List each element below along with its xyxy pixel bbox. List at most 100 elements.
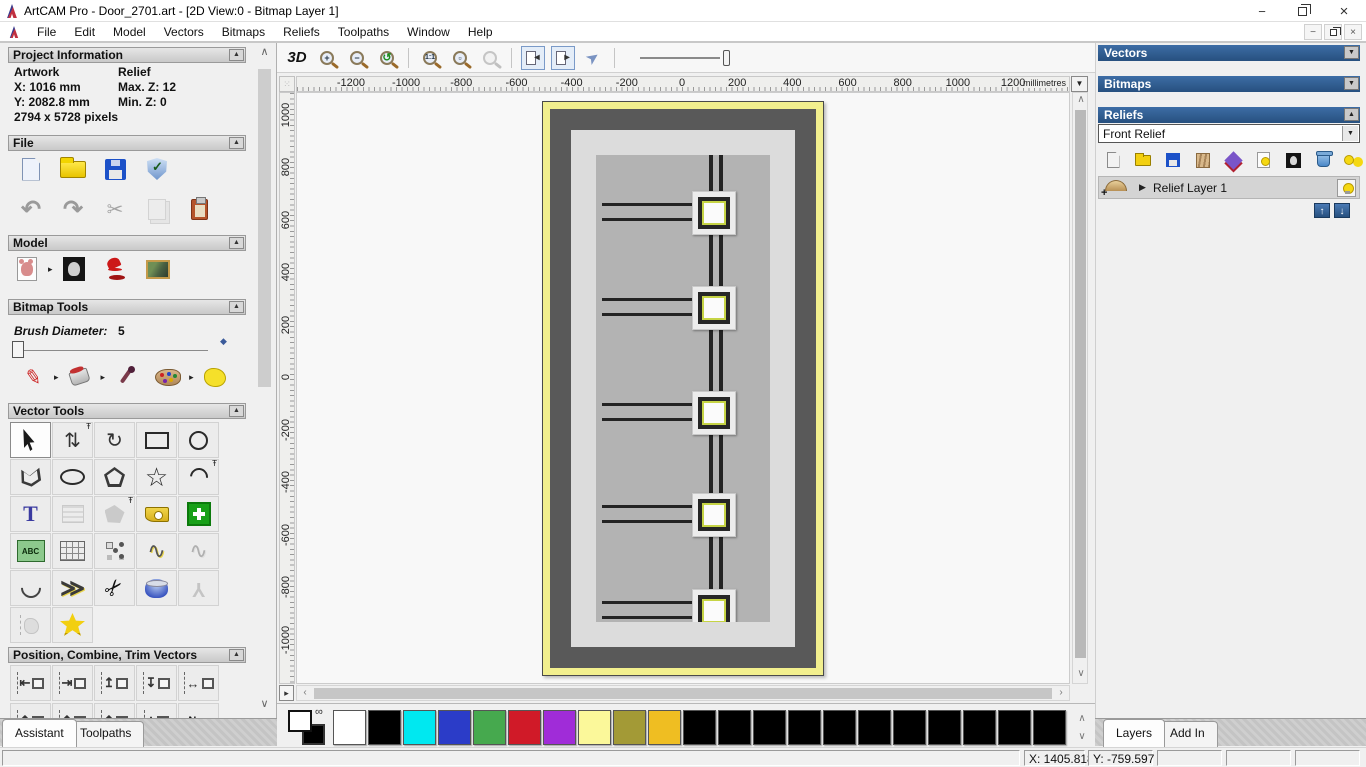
flood-fill-visible[interactable] bbox=[198, 361, 232, 393]
align-right[interactable]: ⇥ bbox=[52, 665, 93, 701]
palette-swatch-15[interactable] bbox=[858, 710, 891, 745]
panel-bitmaps-header[interactable]: Bitmaps ▼ bbox=[1098, 76, 1360, 92]
align-centre-vertical[interactable]: ↥ bbox=[52, 703, 93, 718]
scroll-left-icon[interactable]: ‹ bbox=[297, 686, 313, 702]
scroll-down-icon[interactable]: ∨ bbox=[1073, 667, 1089, 683]
block-copy-rotate[interactable] bbox=[94, 533, 135, 569]
layer-expander-icon[interactable]: ▶ bbox=[1139, 182, 1146, 193]
palette-swatch-11[interactable] bbox=[718, 710, 751, 745]
toggle-all-layers[interactable] bbox=[1344, 151, 1362, 169]
save-model[interactable] bbox=[98, 153, 132, 185]
greyscale-from-relief[interactable] bbox=[1284, 151, 1302, 169]
menu-edit[interactable]: Edit bbox=[65, 22, 104, 43]
ruler-origin-button[interactable]: ⁙ bbox=[279, 76, 295, 92]
create-polygon[interactable] bbox=[94, 459, 135, 495]
ruler-units-dropdown[interactable]: ▼ bbox=[1071, 76, 1088, 92]
close-button[interactable]: × bbox=[1324, 0, 1364, 22]
palette-swatch-14[interactable] bbox=[823, 710, 856, 745]
tab-assistant[interactable]: Assistant bbox=[2, 719, 77, 747]
restore-button[interactable] bbox=[1282, 0, 1322, 22]
palette-scroll-down-icon[interactable]: ∨ bbox=[1074, 730, 1090, 744]
scrollbar-thumb[interactable] bbox=[258, 69, 271, 387]
move-layer-down-button[interactable]: ↓ bbox=[1334, 203, 1350, 218]
delete-relief-layer[interactable] bbox=[1314, 151, 1333, 169]
create-rectangle[interactable] bbox=[136, 422, 177, 458]
flyout-arrow-icon[interactable]: ▸ bbox=[101, 372, 106, 383]
zoom-1-to-1-button[interactable]: 1:1 bbox=[418, 46, 442, 70]
door-artwork[interactable] bbox=[542, 101, 824, 676]
palette-swatch-3[interactable] bbox=[438, 710, 471, 745]
pan-view-button[interactable]: ➤ bbox=[581, 46, 605, 70]
palette-swatch-8[interactable] bbox=[613, 710, 646, 745]
slider-handle[interactable] bbox=[723, 49, 730, 66]
palette-swatch-2[interactable] bbox=[403, 710, 436, 745]
expand-button[interactable]: ▼ bbox=[1344, 77, 1359, 90]
relief-layer-stack[interactable] bbox=[1223, 150, 1243, 170]
create-ellipse[interactable] bbox=[52, 459, 93, 495]
toggle-3d-view-button[interactable]: 3D bbox=[285, 46, 309, 70]
trim-vectors[interactable]: ✂ bbox=[94, 570, 135, 606]
palette-swatch-13[interactable] bbox=[788, 710, 821, 745]
zoom-to-fit-button[interactable]: ▫ bbox=[448, 46, 472, 70]
rollup-button[interactable]: ▲ bbox=[229, 137, 244, 149]
panel-reliefs-header[interactable]: Reliefs ▲ bbox=[1098, 107, 1360, 123]
palette-swatch-9[interactable] bbox=[648, 710, 681, 745]
fillet-vectors[interactable] bbox=[10, 570, 51, 606]
palette-swatch-5[interactable] bbox=[508, 710, 541, 745]
extend-vector[interactable]: ≫ bbox=[52, 570, 93, 606]
relief-layer-row[interactable]: + ▶ Relief Layer 1 bbox=[1098, 176, 1360, 199]
menu-vectors[interactable]: Vectors bbox=[155, 22, 213, 43]
align-top[interactable]: ↥ bbox=[94, 665, 135, 701]
menu-bitmaps[interactable]: Bitmaps bbox=[213, 22, 274, 43]
canvas-horizontal-scrollbar[interactable]: ‹ › bbox=[296, 685, 1070, 701]
scroll-up-icon[interactable]: ∧ bbox=[256, 45, 273, 61]
menu-window[interactable]: Window bbox=[398, 22, 459, 43]
paste-along-curve[interactable]: ∿ bbox=[136, 533, 177, 569]
menu-toolpaths[interactable]: Toolpaths bbox=[329, 22, 398, 43]
align-bottom[interactable]: ↧ bbox=[136, 665, 177, 701]
rollup-button[interactable]: ▲ bbox=[229, 649, 244, 661]
palette-swatch-17[interactable] bbox=[928, 710, 961, 745]
palette-swatch-10[interactable] bbox=[683, 710, 716, 745]
tab-add-in[interactable]: Add In bbox=[1157, 721, 1218, 747]
move-layer-up-button[interactable]: ↑ bbox=[1314, 203, 1330, 218]
palette-swatch-7[interactable] bbox=[578, 710, 611, 745]
align-contour[interactable]: ↥ bbox=[94, 703, 135, 718]
brush-diameter-slider-thumb[interactable] bbox=[12, 341, 24, 358]
minimize-button[interactable]: − bbox=[1242, 0, 1282, 22]
menu-reliefs[interactable]: Reliefs bbox=[274, 22, 329, 43]
zoom-in-button[interactable]: + bbox=[315, 46, 339, 70]
menu-file[interactable]: File bbox=[28, 22, 65, 43]
align-left[interactable]: ⇤ bbox=[10, 665, 51, 701]
align-centre-across[interactable]: ↔ bbox=[178, 665, 219, 701]
palette-swatch-19[interactable] bbox=[998, 710, 1031, 745]
collapse-button[interactable]: ▲ bbox=[1344, 108, 1359, 121]
toggle-view-panel-button[interactable]: ▸ bbox=[551, 45, 575, 70]
create-circle[interactable] bbox=[178, 422, 219, 458]
rollup-button[interactable]: ▲ bbox=[229, 237, 244, 249]
flood-fill[interactable] bbox=[63, 361, 97, 393]
scrollbar-thumb[interactable] bbox=[1075, 110, 1086, 658]
new-model[interactable] bbox=[14, 153, 48, 185]
texture-relief[interactable] bbox=[141, 253, 175, 285]
model-permissions[interactable] bbox=[140, 153, 174, 185]
palette-swatch-20[interactable] bbox=[1033, 710, 1066, 745]
mdi-restore-button[interactable] bbox=[1324, 24, 1342, 40]
relief-selector-dropdown[interactable]: Front Relief ▼ bbox=[1098, 124, 1360, 143]
scroll-down-icon[interactable]: ∨ bbox=[256, 697, 273, 713]
save-relief-layer[interactable] bbox=[1164, 151, 1182, 169]
view-split-button[interactable]: ▸ bbox=[279, 685, 294, 701]
edit-colour-palette[interactable] bbox=[151, 361, 185, 393]
brush-diameter-slider[interactable] bbox=[12, 350, 208, 351]
paint[interactable]: ✎ bbox=[16, 361, 50, 393]
palette-swatch-16[interactable] bbox=[893, 710, 926, 745]
open-model[interactable] bbox=[56, 153, 90, 185]
canvas-vertical-scrollbar[interactable]: ∧ ∨ bbox=[1072, 92, 1088, 684]
redo[interactable]: ↷ bbox=[56, 193, 90, 225]
create-star[interactable]: ☆ bbox=[136, 459, 177, 495]
zoom-out-button[interactable]: − bbox=[345, 46, 369, 70]
scroll-up-icon[interactable]: ∧ bbox=[1073, 93, 1089, 109]
paste-vectors[interactable] bbox=[178, 496, 219, 532]
create-polyline[interactable] bbox=[10, 459, 51, 495]
create-arc[interactable] bbox=[178, 459, 219, 495]
